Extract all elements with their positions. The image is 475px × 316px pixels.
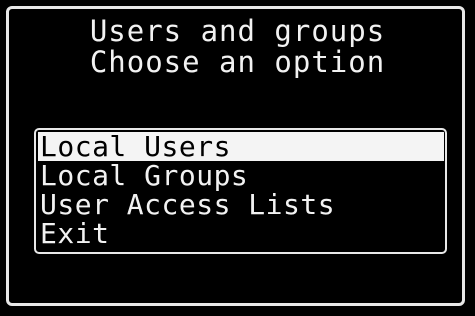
menu-item-user-access-lists[interactable]: User Access Lists [38, 190, 444, 219]
option-menu: Local Users Local Groups User Access Lis… [38, 132, 444, 248]
menu-header: Users and groups Choose an option [0, 16, 475, 78]
menu-item-local-users[interactable]: Local Users [38, 132, 444, 161]
menu-item-local-groups[interactable]: Local Groups [38, 161, 444, 190]
menu-item-exit[interactable]: Exit [38, 219, 444, 248]
terminal-screen: Users and groups Choose an option Local … [0, 0, 475, 316]
menu-title: Users and groups [89, 14, 386, 48]
menu-prompt: Choose an option [89, 45, 386, 79]
